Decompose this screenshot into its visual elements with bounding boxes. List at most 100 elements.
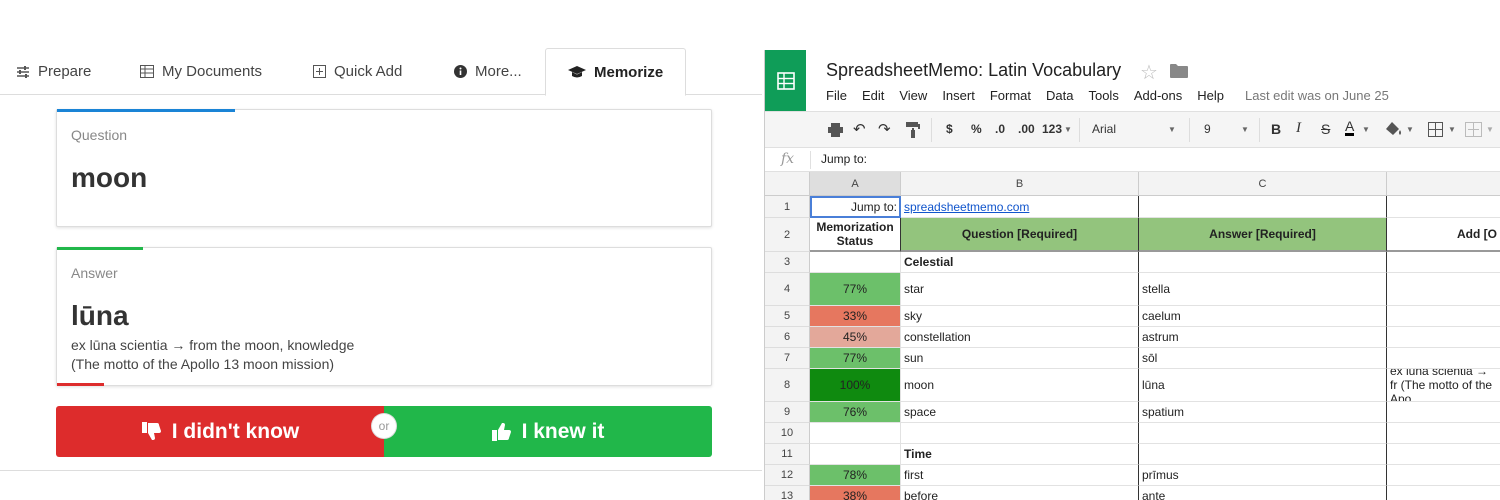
cell-b2[interactable]: Question [Required]: [901, 218, 1139, 252]
cell-a7[interactable]: 77%: [810, 348, 901, 369]
cell-d1[interactable]: [1387, 196, 1500, 218]
row-header[interactable]: 7: [765, 348, 810, 369]
undo-icon[interactable]: ↶: [853, 120, 866, 138]
tab-my-documents[interactable]: My Documents: [140, 48, 262, 95]
cell-d10[interactable]: [1387, 423, 1500, 444]
menu-tools[interactable]: Tools: [1088, 88, 1118, 103]
row-header[interactable]: 12: [765, 465, 810, 486]
cell-d5[interactable]: [1387, 306, 1500, 327]
cell-d8[interactable]: ex lūna scientia → fr (The motto of the …: [1387, 369, 1500, 402]
bold-icon[interactable]: B: [1271, 121, 1281, 137]
redo-icon[interactable]: ↷: [878, 120, 891, 138]
font-family-select[interactable]: Arial: [1092, 122, 1116, 136]
cell-c2[interactable]: Answer [Required]: [1139, 218, 1387, 252]
tab-quick-add[interactable]: Quick Add: [313, 48, 402, 95]
cell-c1[interactable]: [1139, 196, 1387, 218]
last-edit-status[interactable]: Last edit was on June 25: [1245, 88, 1389, 103]
select-all-corner[interactable]: [765, 172, 810, 196]
row-header[interactable]: 9: [765, 402, 810, 423]
cell-d2[interactable]: Add [O: [1387, 218, 1500, 252]
cell-b1[interactable]: spreadsheetmemo.com: [901, 196, 1139, 218]
cell-d4[interactable]: [1387, 273, 1500, 306]
chevron-down-icon[interactable]: ▼: [1362, 125, 1370, 134]
menu-help[interactable]: Help: [1197, 88, 1224, 103]
cell-a6[interactable]: 45%: [810, 327, 901, 348]
cell-d6[interactable]: [1387, 327, 1500, 348]
strikethrough-icon[interactable]: S: [1321, 121, 1330, 137]
chevron-down-icon[interactable]: ▼: [1168, 125, 1176, 134]
chevron-down-icon[interactable]: ▼: [1406, 125, 1414, 134]
borders-icon[interactable]: [1428, 122, 1443, 137]
font-size-select[interactable]: 9: [1204, 122, 1211, 136]
cell-a3[interactable]: [810, 252, 901, 273]
cell-d11[interactable]: [1387, 444, 1500, 465]
cell-b9[interactable]: space: [901, 402, 1139, 423]
column-header-c[interactable]: C: [1139, 172, 1387, 196]
cell-b13[interactable]: before: [901, 486, 1139, 500]
cell-b10[interactable]: [901, 423, 1139, 444]
cell-c3[interactable]: [1139, 252, 1387, 273]
cell-b7[interactable]: sun: [901, 348, 1139, 369]
sheets-logo[interactable]: [765, 50, 806, 111]
cell-c6[interactable]: astrum: [1139, 327, 1387, 348]
menu-data[interactable]: Data: [1046, 88, 1073, 103]
fill-color-icon[interactable]: [1386, 122, 1403, 137]
cell-b11[interactable]: Time: [901, 444, 1139, 465]
cell-d13[interactable]: [1387, 486, 1500, 500]
cell-a2[interactable]: Memorization Status: [810, 218, 901, 252]
row-header[interactable]: 3: [765, 252, 810, 273]
cell-a9[interactable]: 76%: [810, 402, 901, 423]
decrease-decimal-button[interactable]: .0: [995, 122, 1005, 136]
cell-d7[interactable]: [1387, 348, 1500, 369]
row-header[interactable]: 10: [765, 423, 810, 444]
cell-a11[interactable]: [810, 444, 901, 465]
chevron-down-icon[interactable]: ▼: [1064, 125, 1072, 134]
cell-c7[interactable]: sōl: [1139, 348, 1387, 369]
merge-cells-icon[interactable]: [1465, 122, 1482, 137]
tab-memorize[interactable]: Memorize: [545, 48, 687, 96]
menu-edit[interactable]: Edit: [862, 88, 884, 103]
cell-c10[interactable]: [1139, 423, 1387, 444]
cell-c8[interactable]: lūna: [1139, 369, 1387, 402]
menu-addons[interactable]: Add-ons: [1134, 88, 1182, 103]
cell-c11[interactable]: [1139, 444, 1387, 465]
knew-it-button[interactable]: I knew it: [384, 406, 712, 457]
cell-a1[interactable]: Jump to:: [810, 196, 901, 218]
chevron-down-icon[interactable]: ▼: [1486, 125, 1494, 134]
cell-a10[interactable]: [810, 423, 901, 444]
cell-b5[interactable]: sky: [901, 306, 1139, 327]
row-header[interactable]: 13: [765, 486, 810, 500]
row-header[interactable]: 2: [765, 218, 810, 252]
chevron-down-icon[interactable]: ▼: [1448, 125, 1456, 134]
row-header[interactable]: 8: [765, 369, 810, 402]
cell-b3[interactable]: Celestial: [901, 252, 1139, 273]
cell-c13[interactable]: ante: [1139, 486, 1387, 500]
cell-d9[interactable]: [1387, 402, 1500, 423]
menu-insert[interactable]: Insert: [942, 88, 975, 103]
row-header[interactable]: 4: [765, 273, 810, 306]
cell-a5[interactable]: 33%: [810, 306, 901, 327]
row-header[interactable]: 6: [765, 327, 810, 348]
chevron-down-icon[interactable]: ▼: [1241, 125, 1249, 134]
row-header[interactable]: 1: [765, 196, 810, 218]
didnt-know-button[interactable]: I didn't know: [56, 406, 385, 457]
cell-c5[interactable]: caelum: [1139, 306, 1387, 327]
star-icon[interactable]: ☆: [1140, 60, 1158, 85]
tab-prepare[interactable]: Prepare: [16, 48, 91, 95]
italic-icon[interactable]: I: [1296, 120, 1301, 137]
increase-decimal-button[interactable]: .00: [1018, 122, 1035, 136]
cell-b4[interactable]: star: [901, 273, 1139, 306]
cell-c4[interactable]: stella: [1139, 273, 1387, 306]
text-color-icon[interactable]: A: [1345, 119, 1355, 136]
document-title[interactable]: SpreadsheetMemo: Latin Vocabulary: [826, 60, 1121, 81]
cell-a12[interactable]: 78%: [810, 465, 901, 486]
column-header-b[interactable]: B: [901, 172, 1139, 196]
formula-input[interactable]: Jump to:: [821, 152, 867, 166]
cell-b8[interactable]: moon: [901, 369, 1139, 402]
folder-icon[interactable]: [1170, 64, 1188, 78]
cell-a13[interactable]: 38%: [810, 486, 901, 500]
menu-format[interactable]: Format: [990, 88, 1031, 103]
column-header-d[interactable]: [1387, 172, 1500, 196]
paint-format-icon[interactable]: [906, 122, 920, 138]
cell-d3[interactable]: [1387, 252, 1500, 273]
